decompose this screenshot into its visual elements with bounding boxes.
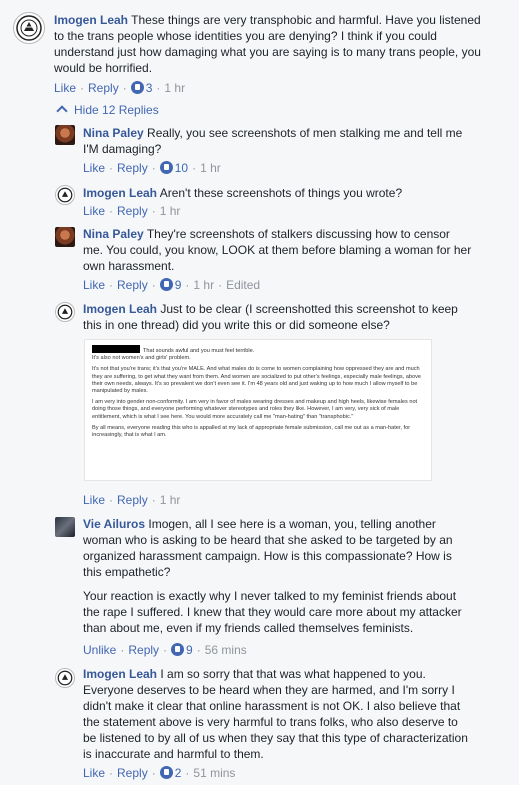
screenshot-text: I am very into gender non-conformity. I … [92, 399, 418, 420]
reply-text-line: be listened to by all of us when they sa… [83, 731, 468, 745]
reply-author[interactable]: Imogen Leah [83, 186, 157, 200]
reply-link[interactable]: Reply [117, 766, 148, 780]
reply-author[interactable]: Imogen Leah [83, 667, 157, 681]
comment-author[interactable]: Imogen Leah [54, 13, 128, 27]
reply-text-line: Your reaction is exactly why I never tal… [83, 589, 457, 603]
reply-link[interactable]: Reply [88, 81, 119, 95]
like-link[interactable]: Like [83, 204, 105, 218]
comment-text-line: would be horrified. [54, 61, 153, 75]
chevron-up-icon [56, 105, 68, 117]
reply-text-line: own harassment. [83, 259, 175, 273]
unlike-link[interactable]: Unlike [83, 643, 116, 657]
emblem-icon [57, 187, 73, 203]
reply-link[interactable]: Reply [117, 493, 148, 507]
timestamp[interactable]: 1 hr [160, 204, 181, 218]
edited-label[interactable]: Edited [226, 278, 260, 292]
like-link[interactable]: Like [83, 278, 105, 292]
reply-text: Really, you see screenshots of men stalk… [147, 126, 463, 140]
screenshot-text: By all means, everyone reading this who … [92, 424, 411, 439]
timestamp[interactable]: 1 hr [160, 493, 181, 507]
emblem-icon [57, 304, 73, 320]
like-link[interactable]: Like [54, 81, 76, 95]
reply-author[interactable]: Imogen Leah [83, 302, 157, 316]
reply-text-line: the rape I suffered. I knew that they wo… [83, 605, 462, 619]
reply-text-line: Everyone deserves to be heard when they … [83, 683, 455, 697]
top-comment: Imogen Leah These things are very transp… [0, 0, 519, 100]
timestamp[interactable]: 1 hr [200, 161, 221, 175]
like-count[interactable]: 10 [175, 161, 188, 175]
reply-link[interactable]: Reply [128, 643, 159, 657]
avatar[interactable] [13, 12, 45, 44]
avatar[interactable] [55, 668, 75, 688]
reply-author[interactable]: Nina Paley [83, 126, 144, 140]
reply-text-line: me. You could, you know, LOOK at them be… [83, 243, 472, 257]
like-count-icon [159, 161, 173, 174]
like-count-icon [159, 766, 173, 779]
reply-text: They're screenshots of stalkers discussi… [146, 227, 450, 241]
reply-author[interactable]: Vie Ailuros [83, 517, 145, 531]
like-link[interactable]: Like [83, 493, 105, 507]
like-count-icon [159, 278, 173, 291]
reply-text-line: the statement above is very harmful to t… [83, 715, 458, 729]
emblem-icon [16, 15, 42, 41]
hide-replies-label: Hide 12 Replies [74, 103, 159, 117]
like-link[interactable]: Like [83, 161, 105, 175]
timestamp[interactable]: 1 hr [164, 81, 185, 95]
reply-text-line: this in one thread) did you write this o… [83, 318, 390, 332]
reply-text: I am so sorry that that was what happene… [160, 667, 426, 681]
reply-text-line: didn't make it clear that online harassm… [83, 699, 461, 713]
reply-author[interactable]: Nina Paley [83, 227, 144, 241]
avatar[interactable] [55, 302, 75, 322]
reply-text: Just to be clear (I screenshotted this s… [160, 302, 458, 316]
like-count-icon [171, 643, 185, 656]
like-count-icon [130, 81, 144, 94]
emblem-icon [57, 670, 73, 686]
avatar[interactable] [55, 517, 75, 537]
screenshot-text: It's also not women's and girls' problem… [92, 355, 191, 362]
hide-replies-link[interactable]: Hide 12 Replies [56, 102, 159, 118]
attached-screenshot[interactable]: That sounds awful and you must feel terr… [84, 339, 432, 481]
comment-text-line: understand just how damaging what you ar… [54, 45, 481, 59]
timestamp[interactable]: 51 mins [193, 766, 235, 780]
reply-text-line: this empathetic? [83, 565, 171, 579]
like-link[interactable]: Like [83, 766, 105, 780]
avatar[interactable] [55, 125, 75, 145]
reply-link[interactable]: Reply [117, 278, 148, 292]
timestamp[interactable]: 1 hr [193, 278, 214, 292]
timestamp[interactable]: 56 mins [205, 643, 247, 657]
reply-text-line: I'M damaging? [83, 142, 162, 156]
screenshot-text: It's not that you're trans; it's that yo… [92, 366, 422, 395]
reply-text-line: organized harassment campaign. How is th… [83, 549, 452, 563]
avatar[interactable] [55, 185, 75, 205]
comment-text: These things are very transphobic and ha… [131, 13, 481, 27]
like-count[interactable]: 9 [186, 643, 193, 657]
reply-text-line: than about me, even if my friends called… [83, 621, 414, 635]
avatar[interactable] [55, 227, 75, 247]
reply-text-line: woman who is asking to be heard that she… [83, 533, 453, 547]
comment-text-line: to the trans people whose identities you… [54, 29, 437, 43]
reply-text: Imogen, all I see here is a woman, you, … [148, 517, 436, 531]
redaction-bar [92, 345, 140, 353]
screenshot-text: That sounds awful and you must feel terr… [143, 348, 255, 354]
reply-link[interactable]: Reply [117, 204, 148, 218]
reply-text: Aren't these screenshots of things you w… [159, 186, 403, 200]
reply-text-line: is inaccurate and harmful to them. [83, 747, 264, 761]
reply-link[interactable]: Reply [117, 161, 148, 175]
